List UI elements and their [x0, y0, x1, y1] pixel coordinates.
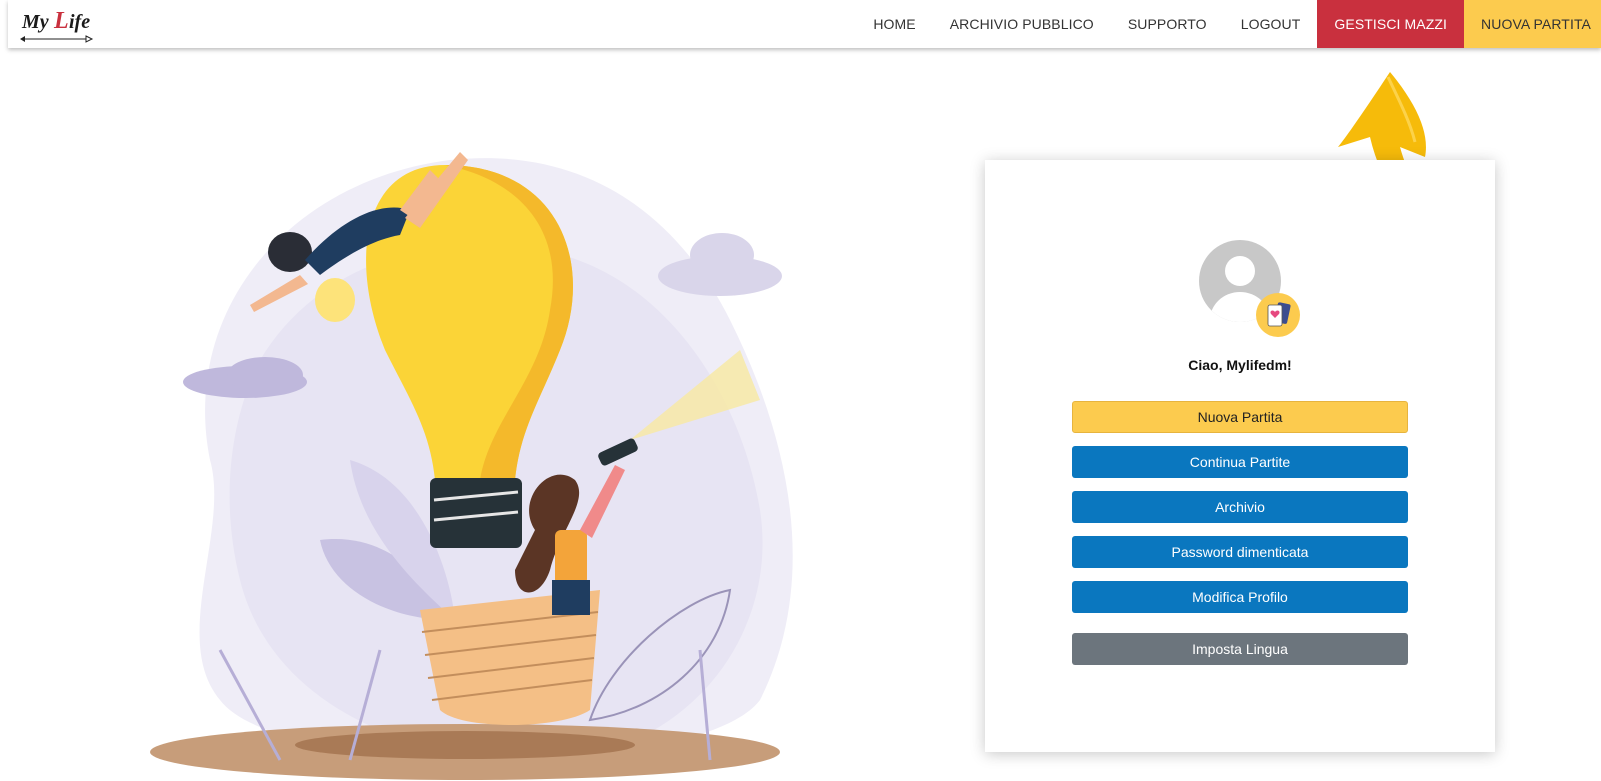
nav-home[interactable]: HOME: [856, 0, 932, 48]
greeting-text: Ciao, Mylifedm!: [1188, 357, 1292, 373]
top-navbar: My L ife HOME ARCHIVIO PUBBLICO SUPPORTO…: [8, 0, 1601, 48]
nav-manage-decks-button[interactable]: GESTISCI MAZZI: [1317, 0, 1465, 48]
new-game-button[interactable]: Nuova Partita: [1072, 401, 1408, 433]
nav-new-game-button[interactable]: NUOVA PARTITA: [1464, 0, 1601, 48]
nav-support[interactable]: SUPPORTO: [1111, 0, 1224, 48]
svg-text:My: My: [21, 11, 49, 33]
logo[interactable]: My L ife: [20, 6, 100, 46]
edit-profile-button[interactable]: Modifica Profilo: [1072, 581, 1408, 613]
svg-text:ife: ife: [69, 11, 90, 33]
continue-games-button[interactable]: Continua Partite: [1072, 446, 1408, 478]
cards-badge-icon[interactable]: [1256, 293, 1300, 337]
forgot-password-button[interactable]: Password dimenticata: [1072, 536, 1408, 568]
nav-logout[interactable]: LOGOUT: [1224, 0, 1318, 48]
hero-illustration: [150, 152, 793, 780]
svg-text:L: L: [53, 8, 69, 34]
nav-public-archive[interactable]: ARCHIVIO PUBBLICO: [933, 0, 1111, 48]
set-language-button[interactable]: Imposta Lingua: [1072, 633, 1408, 665]
profile-card: Ciao, Mylifedm! Nuova Partita Continua P…: [985, 160, 1495, 752]
nav-links: HOME ARCHIVIO PUBBLICO SUPPORTO LOGOUT G…: [856, 0, 1601, 48]
archive-button[interactable]: Archivio: [1072, 491, 1408, 523]
